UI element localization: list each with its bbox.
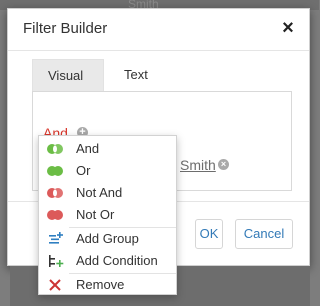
menu-item-label: Or <box>76 163 91 178</box>
not-or-operator-icon <box>46 208 64 222</box>
ok-button[interactable]: OK <box>195 219 223 249</box>
or-operator-icon <box>46 164 64 178</box>
menu-item-label: And <box>76 141 100 156</box>
remove-icon <box>46 278 64 292</box>
menu-item-label: Remove <box>76 277 125 292</box>
tab-text[interactable]: Text <box>109 59 169 91</box>
menu-item-label: Not Or <box>76 207 115 222</box>
dialog-title: Filter Builder <box>23 20 108 37</box>
tab-visual[interactable]: Visual <box>32 59 104 91</box>
menu-item-label: Not And <box>76 185 123 200</box>
add-condition-icon <box>46 254 64 268</box>
menu-item-label: Add Group <box>76 231 139 246</box>
add-group-icon <box>46 232 64 246</box>
cancel-button[interactable]: Cancel <box>235 219 293 249</box>
menu-item-add-group[interactable]: Add Group <box>39 228 176 250</box>
menu-item-and[interactable]: And <box>39 138 176 160</box>
menu-item-not-or[interactable]: Not Or <box>39 204 176 226</box>
menu-item-label: Add Condition <box>76 253 158 268</box>
menu-item-not-and[interactable]: Not And <box>39 182 176 204</box>
close-icon[interactable]: × <box>279 18 297 38</box>
menu-item-add-condition[interactable]: Add Condition <box>39 250 176 272</box>
condition-value-link[interactable]: Smith <box>180 157 216 173</box>
dialog-header: Filter Builder × <box>8 9 309 51</box>
remove-condition-icon[interactable]: × <box>218 159 229 170</box>
menu-item-or[interactable]: Or <box>39 160 176 182</box>
and-operator-icon <box>46 142 64 156</box>
menu-item-remove[interactable]: Remove <box>39 274 176 296</box>
not-and-operator-icon <box>46 186 64 200</box>
operation-menu: And Or Not And Not Or Add Group Add Cond… <box>38 135 177 295</box>
